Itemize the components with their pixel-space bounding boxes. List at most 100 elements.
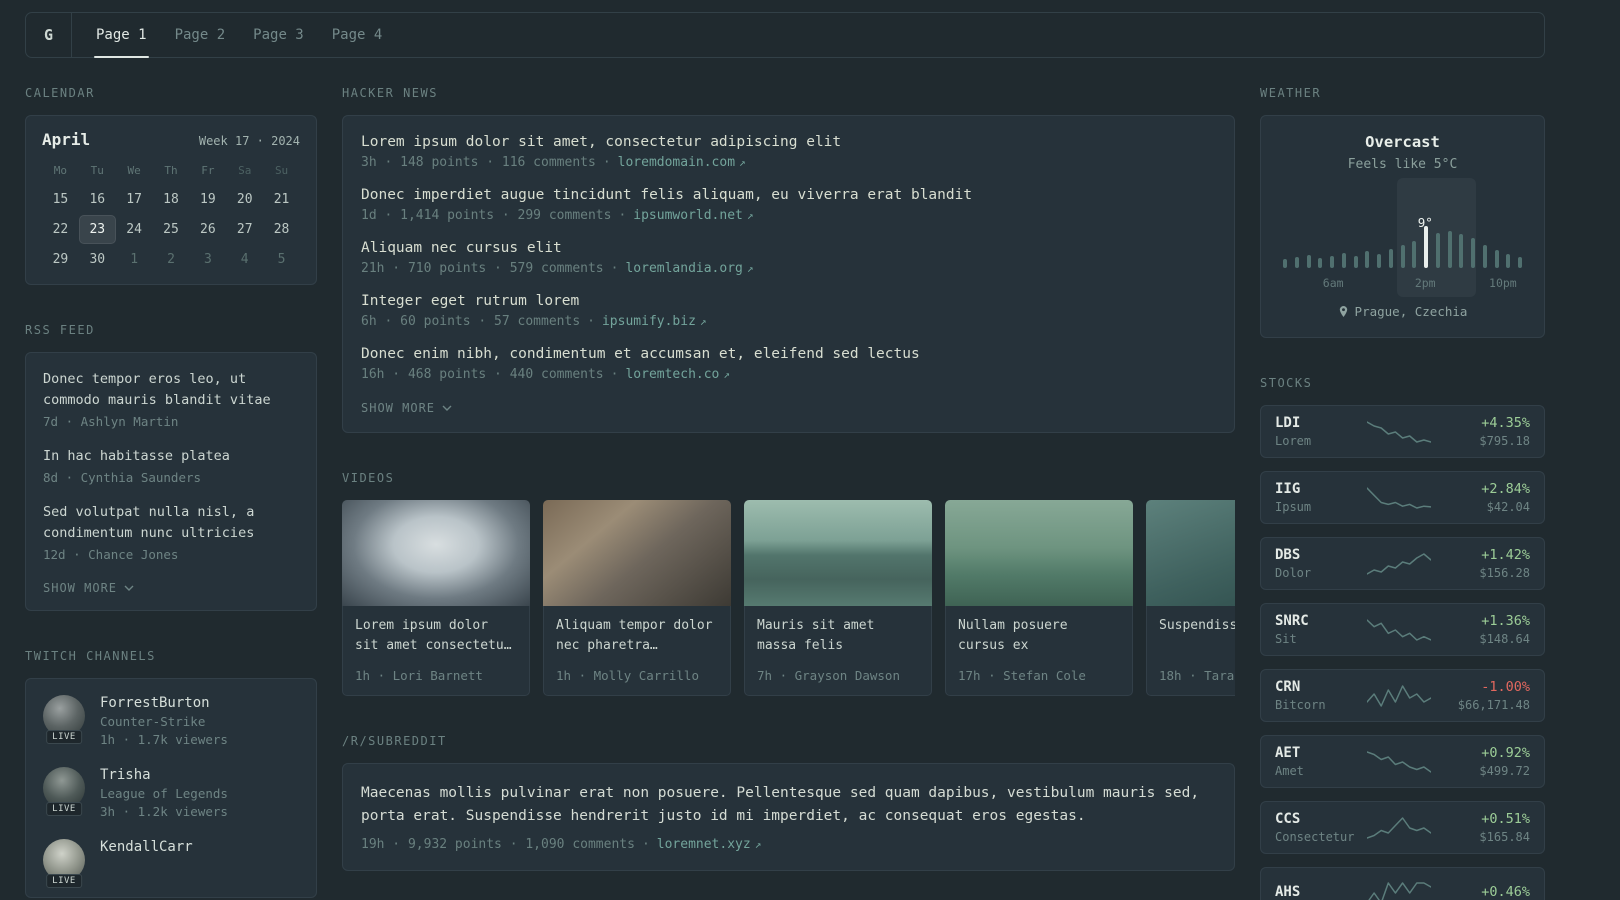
stock-row[interactable]: LDI Lorem +4.35% $795.18 [1260, 405, 1545, 458]
rss-item[interactable]: In hac habitasse platea 8d · Cynthia Sau… [43, 446, 299, 485]
chevron-down-icon [124, 585, 134, 591]
hn-item[interactable]: Aliquam nec cursus elit 21h · 710 points… [361, 240, 1216, 276]
rss-item[interactable]: Donec tempor eros leo, ut commodo mauris… [43, 369, 299, 429]
video-thumbnail[interactable] [1146, 500, 1235, 606]
video-title[interactable]: Lorem ipsum dolor sit amet consectetu… [355, 616, 517, 658]
stock-ticker[interactable]: AHS [1275, 884, 1357, 900]
tab-page-1[interactable]: Page 1 [94, 13, 149, 58]
calendar-day[interactable]: 18 [153, 185, 190, 214]
stock-ticker[interactable]: LDI [1275, 415, 1357, 431]
hn-item[interactable]: Donec imperdiet augue tincidunt felis al… [361, 187, 1216, 223]
twitch-channel[interactable]: LIVE ForrestBurton Counter-Strike 1h · 1… [43, 694, 299, 747]
calendar-day[interactable]: 16 [79, 185, 116, 214]
video-card[interactable]: Aliquam tempor dolor nec pharetra… 1h · … [543, 500, 731, 696]
hn-item[interactable]: Lorem ipsum dolor sit amet, consectetur … [361, 134, 1216, 170]
stock-row[interactable]: DBS Dolor +1.42% $156.28 [1260, 537, 1545, 590]
calendar-day[interactable]: 1 [116, 245, 153, 274]
rss-item[interactable]: Sed volutpat nulla nisl, a condimentum n… [43, 502, 299, 562]
hn-item-title[interactable]: Integer eget rutrum lorem [361, 293, 1216, 309]
stock-change: +0.92% [1481, 745, 1530, 761]
hn-item-title[interactable]: Aliquam nec cursus elit [361, 240, 1216, 256]
external-link-icon: ↗ [754, 838, 762, 852]
twitch-channel[interactable]: LIVE Trisha League of Legends 3h · 1.2k … [43, 766, 299, 819]
calendar-day[interactable]: 15 [42, 185, 79, 214]
hn-domain-text: loremdomain.com [617, 155, 736, 170]
hn-domain-link[interactable]: loremdomain.com ↗ [618, 155, 746, 170]
stock-row[interactable]: CRN Bitcorn -1.00% $66,171.48 [1260, 669, 1545, 722]
stock-ticker[interactable]: DBS [1275, 547, 1357, 563]
hn-domain-link[interactable]: loremlandia.org ↗ [625, 261, 753, 276]
rss-item-title[interactable]: In hac habitasse platea [43, 446, 299, 467]
stock-ticker[interactable]: AET [1275, 745, 1357, 761]
channel-name[interactable]: KendallCarr [100, 839, 193, 855]
tab-page-4[interactable]: Page 4 [330, 13, 385, 57]
location-pin-icon [1339, 306, 1347, 317]
stock-row[interactable]: IIG Ipsum +2.84% $42.04 [1260, 471, 1545, 524]
hn-show-more-button[interactable]: SHOW MORE [361, 401, 452, 415]
calendar-day[interactable]: 19 [189, 185, 226, 214]
video-card[interactable]: Lorem ipsum dolor sit amet consectetu… 1… [342, 500, 530, 696]
hn-domain-link[interactable]: ipsumworld.net ↗ [633, 208, 753, 223]
calendar-day[interactable]: 3 [189, 245, 226, 274]
hn-item-title[interactable]: Donec enim nibh, condimentum et accumsan… [361, 346, 1216, 362]
stock-ticker[interactable]: IIG [1275, 481, 1357, 497]
rss-item-title[interactable]: Sed volutpat nulla nisl, a condimentum n… [43, 502, 299, 544]
calendar-day[interactable]: 20 [226, 185, 263, 214]
channel-name[interactable]: Trisha [100, 767, 228, 783]
weather-bar [1518, 257, 1522, 268]
stock-ticker[interactable]: CCS [1275, 811, 1357, 827]
stock-price: $156.28 [1479, 566, 1530, 580]
calendar-day[interactable]: 4 [226, 245, 263, 274]
video-body: Mauris sit amet massa felis 7h · Grayson… [744, 606, 932, 696]
video-thumbnail[interactable] [744, 500, 932, 606]
calendar-day[interactable]: 27 [226, 215, 263, 244]
subreddit-post-text[interactable]: Maecenas mollis pulvinar erat non posuer… [361, 782, 1216, 828]
hn-item-meta: 21h · 710 points · 579 comments · loreml… [361, 261, 1216, 276]
hn-item-title[interactable]: Donec imperdiet augue tincidunt felis al… [361, 187, 1216, 203]
video-card[interactable]: Mauris sit amet massa felis 7h · Grayson… [744, 500, 932, 696]
stock-row[interactable]: SNRC Sit +1.36% $148.64 [1260, 603, 1545, 656]
stocks-widget: STOCKS LDI Lorem +4.35% $795.18 IIG Ipsu… [1260, 376, 1545, 900]
video-title[interactable]: Nullam posuere cursus ex [958, 616, 1120, 658]
stock-row[interactable]: AHS +0.46% [1260, 867, 1545, 900]
hn-item[interactable]: Donec enim nibh, condimentum et accumsan… [361, 346, 1216, 382]
tab-page-3[interactable]: Page 3 [251, 13, 306, 57]
stock-row[interactable]: CCS Consectetur +0.51% $165.84 [1260, 801, 1545, 854]
video-card[interactable]: Suspendisse diam 18h · Tara [1146, 500, 1235, 696]
channel-name[interactable]: ForrestBurton [100, 695, 228, 711]
calendar-day[interactable]: 23 [78, 215, 116, 244]
rss-show-more-button[interactable]: SHOW MORE [43, 581, 134, 595]
app-logo[interactable]: G [26, 13, 72, 57]
video-thumbnail[interactable] [543, 500, 731, 606]
calendar-day[interactable]: 25 [153, 215, 190, 244]
hn-domain-link[interactable]: ipsumify.biz ↗ [602, 314, 707, 329]
calendar-day[interactable]: 24 [116, 215, 153, 244]
calendar-day[interactable]: 22 [42, 215, 79, 244]
stock-ticker[interactable]: CRN [1275, 679, 1357, 695]
video-thumbnail[interactable] [945, 500, 1133, 606]
weather-location[interactable]: Prague, Czechia [1338, 304, 1467, 319]
stock-spark-wrap [1357, 617, 1440, 643]
video-thumbnail[interactable] [342, 500, 530, 606]
calendar-day[interactable]: 30 [79, 245, 116, 274]
stock-row[interactable]: AET Amet +0.92% $499.72 [1260, 735, 1545, 788]
hn-item[interactable]: Integer eget rutrum lorem 6h · 60 points… [361, 293, 1216, 329]
calendar-day[interactable]: 28 [263, 215, 300, 244]
rss-item-title[interactable]: Donec tempor eros leo, ut commodo mauris… [43, 369, 299, 411]
hn-item-title[interactable]: Lorem ipsum dolor sit amet, consectetur … [361, 134, 1216, 150]
stock-ticker[interactable]: SNRC [1275, 613, 1357, 629]
calendar-day[interactable]: 26 [189, 215, 226, 244]
hn-domain-link[interactable]: loremtech.co ↗ [625, 367, 730, 382]
subreddit-domain-link[interactable]: loremnet.xyz ↗ [657, 837, 762, 852]
video-title[interactable]: Aliquam tempor dolor nec pharetra… [556, 616, 718, 658]
tab-page-2[interactable]: Page 2 [173, 13, 228, 57]
calendar-day[interactable]: 5 [263, 245, 300, 274]
calendar-day[interactable]: 17 [116, 185, 153, 214]
video-title[interactable]: Mauris sit amet massa felis [757, 616, 919, 658]
twitch-channel[interactable]: LIVE KendallCarr [43, 838, 299, 888]
video-title[interactable]: Suspendisse diam [1159, 616, 1235, 658]
calendar-day[interactable]: 2 [153, 245, 190, 274]
calendar-day[interactable]: 21 [263, 185, 300, 214]
calendar-day[interactable]: 29 [42, 245, 79, 274]
video-card[interactable]: Nullam posuere cursus ex 17h · Stefan Co… [945, 500, 1133, 696]
